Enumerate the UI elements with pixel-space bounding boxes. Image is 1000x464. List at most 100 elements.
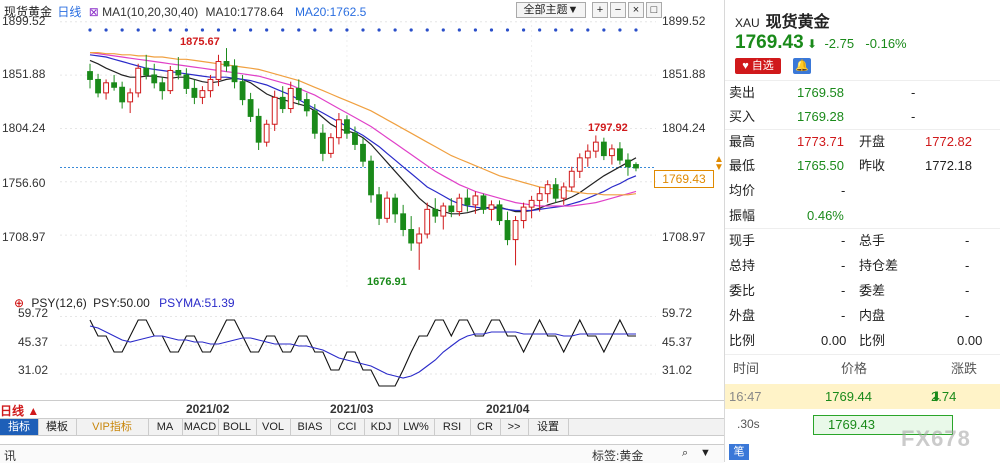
symbol-name: 现货黄金 [765, 14, 830, 31]
tab-vol[interactable]: VOL [256, 419, 291, 435]
candle-body [544, 184, 551, 195]
candle-body [87, 71, 93, 80]
low-annotation: 1676.91 [367, 276, 407, 288]
event-dot [457, 28, 461, 32]
candle-body [376, 194, 382, 219]
candle-body [536, 193, 543, 201]
candle-body [143, 67, 150, 76]
price-change-pct: -0.16% [865, 36, 907, 51]
candle-body [568, 170, 575, 188]
tab-cr[interactable]: CR [470, 419, 501, 435]
candle-body [231, 65, 238, 83]
tab-bias[interactable]: BIAS [290, 419, 331, 435]
event-dot [345, 28, 349, 32]
bid-ratio-row: 委比 - 委差 - [729, 283, 970, 298]
add-watchlist-button[interactable]: ♥ 自选 [735, 58, 781, 74]
candle-body [440, 205, 447, 217]
candle-body [625, 159, 631, 168]
candle-body [480, 195, 487, 210]
tab-lw[interactable]: LW% [398, 419, 435, 435]
candle-body [303, 99, 310, 112]
candle-body [336, 119, 342, 139]
tab-ma[interactable]: MA [148, 419, 183, 435]
tab-boll[interactable]: BOLL [218, 419, 257, 435]
tab-vip-indicator[interactable]: VIP指标 [76, 419, 149, 435]
event-dot [248, 28, 253, 32]
period-switch[interactable]: 日线 ▲ [0, 402, 39, 419]
psy-lines [89, 318, 636, 387]
candle-body [472, 195, 479, 206]
chart-area[interactable]: 现货黄金 日线 ⊠ MA1(10,20,30,40) MA10:1778.64 … [0, 0, 724, 463]
candle-body [552, 184, 559, 199]
event-dot [329, 28, 333, 32]
event-dot [313, 28, 317, 32]
event-dot [120, 28, 124, 32]
tab-cci[interactable]: CCI [330, 419, 365, 435]
tab-rsi[interactable]: RSI [434, 419, 471, 435]
symbol-code: XAU [735, 16, 760, 30]
event-dot [216, 28, 221, 32]
buy-row: 买入 1769.28 - [729, 109, 916, 124]
tab-kdj[interactable]: KDJ [364, 419, 399, 435]
event-dot [136, 28, 140, 32]
price-chart[interactable] [0, 0, 724, 300]
candle-body [496, 204, 503, 222]
tab-macd[interactable]: MACD [182, 419, 219, 435]
candle-body [633, 164, 639, 169]
event-dot [634, 28, 638, 32]
candle-body [424, 208, 431, 235]
candle-body [408, 229, 415, 244]
candle-body [528, 199, 535, 208]
event-dot [602, 28, 606, 32]
candle-body [512, 220, 519, 241]
candle-body [600, 141, 607, 157]
event-dots [88, 28, 638, 32]
event-dot [473, 28, 478, 32]
candle-body [95, 78, 101, 94]
candle-body [576, 157, 583, 172]
price-change: -2.75 [824, 36, 855, 51]
event-dot [554, 28, 558, 32]
candle-body [617, 148, 623, 161]
candle-body [287, 87, 294, 110]
down-arrow-icon: ⬇ [807, 37, 818, 51]
quote-title: XAU 现货黄金 [735, 8, 830, 32]
event-dot [104, 28, 108, 32]
date-axis: 日线 ▲ 2021/02 2021/03 2021/04 [0, 400, 724, 419]
tab-settings[interactable]: 设置 [528, 419, 569, 435]
alert-bell-button[interactable]: 🔔 [793, 58, 811, 74]
price-grid [60, 10, 656, 290]
event-dot [232, 28, 237, 32]
candle-body [311, 110, 318, 134]
candle-body [352, 132, 358, 145]
candle-body [327, 137, 334, 154]
tick-detail-button[interactable]: 笔 [729, 444, 749, 460]
status-bar: 讯 标签:黄金 ⌕ ▼ [0, 444, 724, 463]
candle-body [159, 82, 166, 92]
psy-chart[interactable] [0, 300, 724, 402]
sell-row: 卖出 1769.58 - [729, 85, 916, 100]
event-dot [297, 28, 301, 32]
tab-indicator[interactable]: 指标 [0, 419, 39, 435]
candle-body [199, 90, 206, 98]
event-dot [168, 28, 172, 32]
avg-row: 均价 - [729, 183, 846, 198]
candle-body [103, 82, 109, 94]
candle-body [456, 197, 463, 213]
search-icon[interactable]: ⌕ [682, 447, 688, 460]
event-dot [200, 28, 205, 32]
candle-body [167, 69, 174, 92]
candle-body [392, 197, 399, 215]
ratio-row: 比例 0.00 比例 0.00 [729, 333, 983, 348]
candle-body [344, 119, 350, 134]
candle-body [592, 141, 599, 152]
tab-template[interactable]: 模板 [38, 419, 77, 435]
candle-body [191, 87, 198, 98]
dropdown-icon[interactable]: ▼ [700, 447, 711, 459]
tab-more[interactable]: >> [500, 419, 529, 435]
event-dot [281, 28, 285, 32]
date-label: 2021/02 [186, 402, 230, 416]
event-dot [409, 28, 413, 32]
candle-body [175, 69, 182, 76]
status-tag[interactable]: 标签:黄金 [592, 447, 643, 464]
